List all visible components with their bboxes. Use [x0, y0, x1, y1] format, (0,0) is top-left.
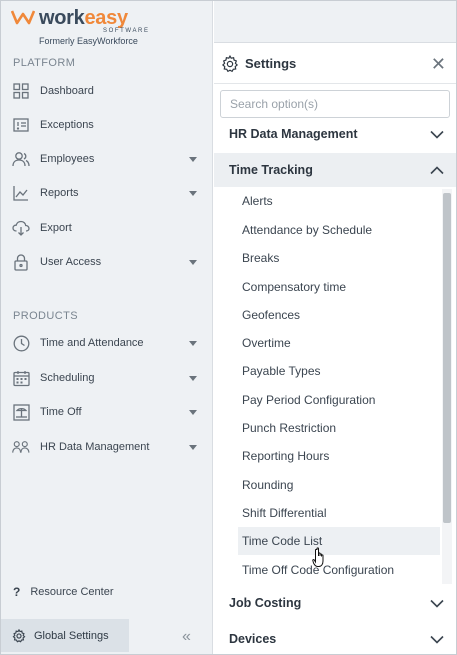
chart-line-icon — [12, 184, 30, 202]
people-icon — [12, 150, 30, 168]
hr-people-icon — [12, 438, 30, 456]
cloud-export-icon — [12, 219, 30, 237]
calendar-icon — [12, 369, 30, 387]
group-hr-data-management[interactable]: HR Data Management — [214, 117, 456, 151]
panel-top-bar — [214, 1, 456, 43]
chevron-down-icon — [189, 375, 197, 381]
time-off-icon — [12, 403, 30, 421]
sidebar-item-label: HR Data Management — [40, 441, 150, 453]
settings-item-time-code-list[interactable]: Time Code List — [238, 527, 440, 555]
chevron-down-icon — [189, 156, 197, 162]
sidebar-item-label: Reports — [40, 187, 79, 199]
settings-item-time-off-code-configuration[interactable]: Time Off Code Configuration — [238, 556, 440, 584]
chevron-down-icon — [189, 190, 197, 196]
search-input[interactable] — [220, 90, 450, 118]
group-label: Devices — [229, 632, 277, 646]
sidebar-item-dashboard[interactable]: Dashboard — [1, 76, 212, 106]
settings-item-breaks[interactable]: Breaks — [238, 244, 440, 272]
settings-item-geofences[interactable]: Geofences — [238, 301, 440, 329]
resource-center-link[interactable]: ? Resource Center — [13, 585, 114, 599]
global-settings-label: Global Settings — [34, 629, 109, 642]
settings-panel: Settings ✕ HR Data Management Time Track… — [214, 1, 456, 654]
settings-header: Settings ✕ — [214, 44, 456, 84]
close-icon[interactable]: ✕ — [431, 55, 446, 73]
settings-item-payable-types[interactable]: Payable Types — [238, 357, 440, 385]
chevron-down-icon — [430, 130, 444, 139]
sidebar-item-export[interactable]: Export — [1, 213, 212, 243]
sidebar-item-user-access[interactable]: User Access — [1, 247, 212, 277]
chevron-down-icon — [189, 409, 197, 415]
grid-icon — [12, 82, 30, 100]
sidebar-item-label: Time Off — [40, 406, 82, 418]
settings-item-punch-restriction[interactable]: Punch Restriction — [238, 414, 440, 442]
settings-title: Settings — [245, 56, 297, 71]
group-label: HR Data Management — [229, 127, 358, 141]
workeasy-logo[interactable]: workeasy SOFTWARE Formerly EasyWorkforce — [11, 7, 201, 47]
settings-item-reporting-hours[interactable]: Reporting Hours — [238, 442, 440, 470]
gear-icon — [221, 54, 239, 73]
group-label: Time Tracking — [229, 163, 313, 177]
settings-item-attendance-by-schedule[interactable]: Attendance by Schedule — [238, 216, 440, 244]
double-chevron-left-icon[interactable]: « — [182, 628, 191, 646]
settings-item-compensatory-time[interactable]: Compensatory time — [238, 273, 440, 301]
sidebar-item-reports[interactable]: Reports — [1, 178, 212, 208]
chevron-down-icon — [189, 444, 197, 450]
logo-wordmark: workeasy — [39, 7, 128, 29]
clock-icon — [12, 334, 30, 352]
section-title-products: PRODUCTS — [13, 310, 78, 322]
sidebar-item-hr-data-management[interactable]: HR Data Management — [1, 432, 212, 462]
group-job-costing[interactable]: Job Costing — [214, 586, 456, 620]
sidebar-item-label: User Access — [40, 256, 102, 268]
logo-tagline: SOFTWARE — [103, 28, 150, 34]
section-title-platform: PLATFORM — [13, 57, 76, 69]
sidebar-item-scheduling[interactable]: Scheduling — [1, 363, 212, 393]
scrollbar-thumb[interactable] — [443, 193, 451, 523]
chevron-up-icon — [430, 165, 444, 175]
logo-mark-icon — [11, 10, 35, 25]
lock-icon — [12, 253, 30, 271]
chevron-down-icon — [430, 599, 444, 608]
group-devices[interactable]: Devices — [214, 622, 456, 655]
sidebar-item-label: Employees — [40, 153, 95, 165]
settings-item-overtime[interactable]: Overtime — [238, 329, 440, 357]
logo-formerly-text: Formerly EasyWorkforce — [39, 36, 138, 46]
sidebar-item-label: Export — [40, 222, 72, 234]
sidebar-item-exceptions[interactable]: Exceptions — [1, 110, 212, 140]
exceptions-icon — [12, 116, 30, 134]
chevron-down-icon — [430, 635, 444, 644]
sidebar-item-time-and-attendance[interactable]: Time and Attendance — [1, 328, 212, 358]
sidebar: workeasy SOFTWARE Formerly EasyWorkforce… — [1, 1, 213, 654]
group-time-tracking[interactable]: Time Tracking — [214, 153, 456, 187]
sidebar-item-time-off[interactable]: Time Off — [1, 397, 212, 427]
settings-item-alerts[interactable]: Alerts — [238, 187, 440, 215]
sidebar-item-label: Dashboard — [40, 85, 94, 97]
settings-item-shift-differential[interactable]: Shift Differential — [238, 499, 440, 527]
sidebar-item-label: Exceptions — [40, 119, 94, 131]
chevron-down-icon — [189, 259, 197, 265]
sidebar-item-employees[interactable]: Employees — [1, 144, 212, 174]
settings-item-pay-period-configuration[interactable]: Pay Period Configuration — [238, 386, 440, 414]
group-label: Job Costing — [229, 596, 302, 610]
chevron-down-icon — [189, 340, 197, 346]
resource-center-label: Resource Center — [30, 586, 114, 598]
global-settings-button[interactable]: Global Settings — [1, 619, 129, 652]
gear-icon — [12, 628, 26, 643]
sidebar-item-label: Time and Attendance — [40, 337, 144, 349]
question-icon: ? — [13, 585, 21, 599]
settings-item-rounding[interactable]: Rounding — [238, 471, 440, 499]
sidebar-item-label: Scheduling — [40, 372, 95, 384]
hand-pointer-cursor-icon — [312, 547, 324, 567]
